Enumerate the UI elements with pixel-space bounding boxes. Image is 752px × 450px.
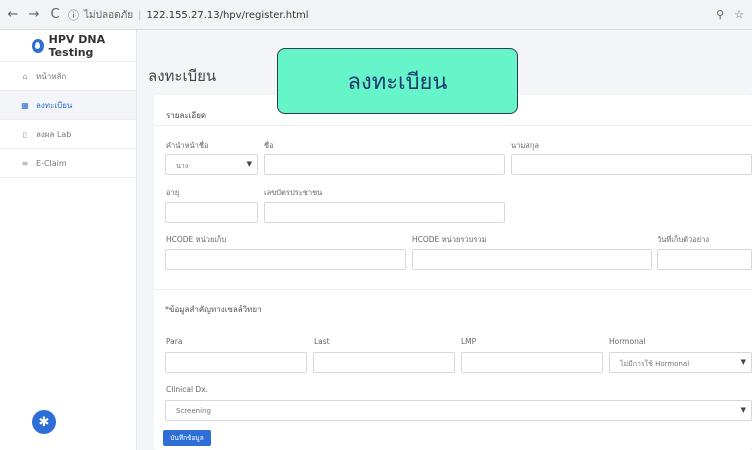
clinical-dx-value: Screening — [176, 407, 211, 415]
sidebar-item-label: E-Claim — [36, 158, 67, 168]
id-card-label: เลขบัตรประชาชน — [264, 188, 323, 197]
settings-gear-button[interactable]: ✱ — [32, 410, 56, 434]
clinical-dx-select[interactable]: Screening ▼ — [165, 400, 752, 421]
chevron-down-icon: ▼ — [740, 406, 746, 414]
url-text[interactable]: 122.155.27.13/hpv/register.html — [146, 10, 308, 21]
first-name-label: ชื่อ — [264, 141, 274, 150]
hcode-collect-label: HCODE หน่วยเก็บ — [166, 235, 227, 244]
gear-icon: ✱ — [38, 414, 50, 430]
home-icon: ⌂ — [22, 71, 28, 81]
id-card-input[interactable] — [264, 202, 505, 223]
address-bar[interactable]: ⓘ ไม่ปลอดภัย | 122.155.27.13/hpv/registe… — [68, 5, 700, 25]
lmp-label: LMP — [461, 337, 477, 346]
chevron-down-icon: ▼ — [740, 358, 746, 366]
sidebar-item-lab-result[interactable]: ▯ ลงผล Lab — [0, 120, 136, 149]
hormonal-select[interactable]: ไม่มีการใช้ Hormonal ▼ — [609, 352, 752, 373]
sidebar-item-register[interactable]: ▦ ลงทะเบียน — [0, 91, 136, 120]
security-label: ไม่ปลอดภัย — [84, 9, 134, 21]
save-button[interactable]: บันทึกข้อมูล — [163, 430, 211, 446]
prefix-value: นาง — [176, 162, 189, 170]
sidebar-item-eclaim[interactable]: ≡ E-Claim — [0, 149, 136, 178]
register-form-card: รายละเอียด คำนำหน้าชื่อ นาง ▼ ชื่อ นามสก… — [154, 95, 752, 450]
last-input[interactable] — [313, 352, 455, 373]
brand[interactable]: HPV DNA Testing — [0, 30, 136, 62]
last-label: Last — [314, 337, 330, 346]
sidebar: HPV DNA Testing ⌂ หน้าหลัก ▦ ลงทะเบียน ▯… — [0, 30, 137, 450]
last-name-label: นามสกุล — [511, 141, 539, 150]
collect-date-label: วันที่เก็บตัวอย่าง — [657, 235, 710, 244]
sidebar-item-home[interactable]: ⌂ หน้าหลัก — [0, 62, 136, 91]
age-label: อายุ — [166, 188, 180, 197]
forward-button[interactable]: → — [26, 7, 42, 22]
list-icon: ≡ — [21, 158, 29, 168]
section-divider — [154, 289, 752, 290]
first-name-input[interactable] — [264, 154, 505, 175]
prefix-select[interactable]: นาง ▼ — [165, 154, 258, 175]
lmp-input[interactable] — [461, 352, 603, 373]
zoom-icon[interactable]: ⚲ — [716, 8, 724, 21]
page-title: ลงทะเบียน — [148, 67, 217, 85]
chevron-down-icon: ▼ — [246, 160, 252, 168]
file-icon: ▯ — [22, 129, 28, 139]
hcode-collect-input[interactable] — [165, 249, 406, 270]
para-label: Para — [166, 337, 183, 346]
prefix-label: คำนำหน้าชื่อ — [166, 141, 209, 150]
hcode-gather-input[interactable] — [412, 249, 652, 270]
para-input[interactable] — [165, 352, 307, 373]
back-button[interactable]: ← — [5, 7, 21, 22]
collect-date-input[interactable] — [657, 249, 752, 270]
table-icon: ▦ — [21, 100, 29, 110]
hormonal-value: ไม่มีการใช้ Hormonal — [620, 360, 690, 368]
bookmark-star-icon[interactable]: ☆ — [734, 8, 744, 21]
age-input[interactable] — [165, 202, 258, 223]
sidebar-item-label: หน้าหลัก — [36, 71, 67, 81]
brand-name: HPV DNA Testing — [48, 32, 106, 59]
overlay-title-box: ลงทะเบียน — [277, 48, 518, 114]
hcode-gather-label: HCODE หน่วยรวบรวม — [412, 235, 487, 244]
sidebar-item-label: ลงทะเบียน — [36, 100, 73, 110]
address-separator: | — [138, 9, 142, 21]
reload-button[interactable]: C — [47, 7, 63, 22]
sidebar-item-label: ลงผล Lab — [36, 129, 72, 139]
clinical-dx-label: Clinical Dx. — [166, 385, 209, 394]
medical-section-title: *ข้อมูลสำคัญทางเซลล์วิทยา — [165, 305, 262, 314]
browser-toolbar: ← → C ⓘ ไม่ปลอดภัย | 122.155.27.13/hpv/r… — [0, 0, 752, 30]
info-icon[interactable]: ⓘ — [68, 7, 79, 23]
hormonal-label: Hormonal — [609, 337, 646, 346]
last-name-input[interactable] — [511, 154, 752, 175]
drop-logo-icon — [32, 38, 44, 53]
